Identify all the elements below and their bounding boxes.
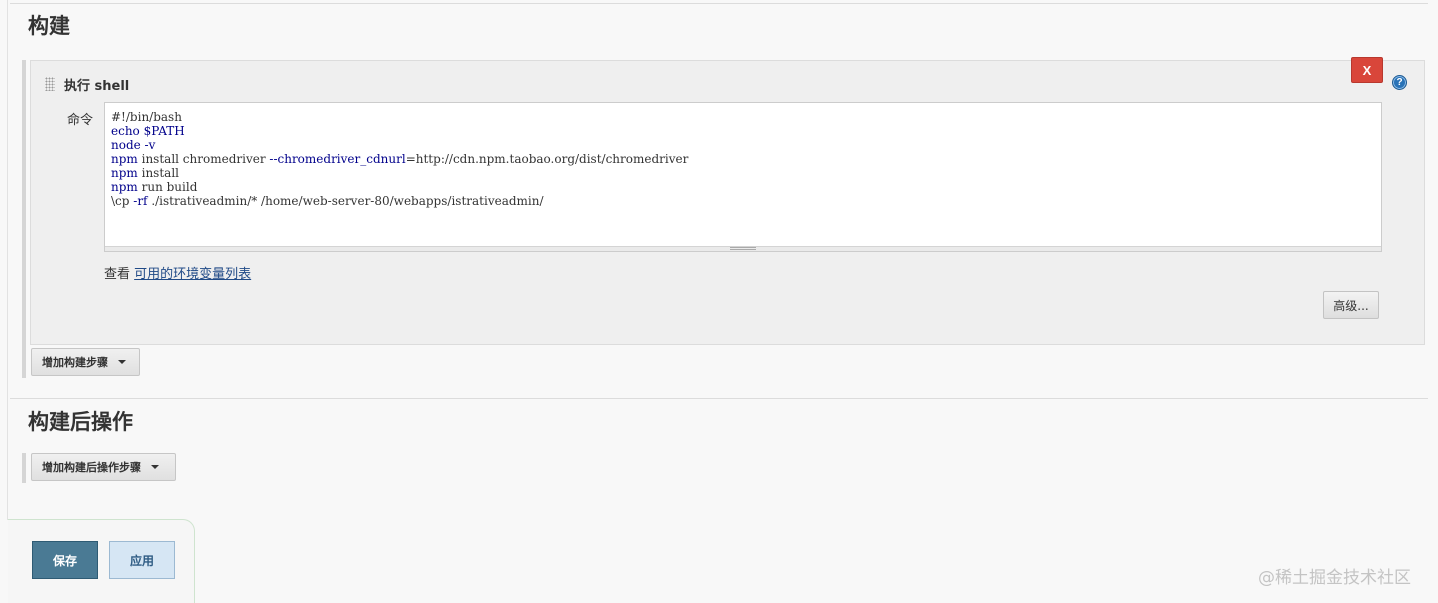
- command-textarea[interactable]: #!/bin/bash echo $PATH node -v npm install …: [104, 102, 1382, 252]
- save-button[interactable]: 保存: [32, 541, 98, 579]
- code-line: node -v: [111, 138, 156, 152]
- watermark-text: @稀土掘金技术社区: [1258, 568, 1411, 588]
- code-line: npm install: [111, 166, 179, 180]
- bottom-button-bar: 保存 应用: [8, 519, 195, 603]
- apply-button[interactable]: 应用: [109, 541, 175, 579]
- left-rule: [7, 0, 8, 520]
- advanced-button[interactable]: 高级...: [1323, 291, 1379, 319]
- delete-step-button[interactable]: X: [1351, 57, 1383, 83]
- execute-shell-step: 执行 shell X ? 命令 #!/bin/bash echo $PATH nod…: [30, 57, 1425, 345]
- help-icon[interactable]: ?: [1392, 75, 1407, 90]
- post-build-section-title: 构建后操作: [28, 410, 133, 434]
- code-line: npm run build: [111, 180, 198, 194]
- caret-down-icon: [118, 360, 126, 364]
- add-post-build-step-button[interactable]: 增加构建后操作步骤: [31, 453, 176, 481]
- command-code[interactable]: #!/bin/bash echo $PATH node -v npm install …: [111, 110, 688, 208]
- top-divider: [10, 3, 1428, 4]
- code-line: \cp -rf ./istrativeadmin/* /home/web-ser…: [111, 194, 544, 208]
- code-line: #!/bin/bash: [111, 110, 182, 124]
- step-title: 执行 shell: [64, 79, 130, 94]
- job-config-page: 构建 执行 shell X ? 命令 #!/bin/bash echo $PATH…: [0, 0, 1438, 603]
- command-label: 命令: [67, 113, 94, 128]
- code-line: echo $PATH: [111, 124, 185, 138]
- env-prefix: 查看: [104, 267, 135, 282]
- caret-down-icon: [151, 465, 159, 469]
- add-build-step-button[interactable]: 增加构建步骤: [31, 348, 140, 376]
- build-section-bar: [22, 60, 26, 378]
- post-build-section-bar: [22, 453, 26, 483]
- add-post-build-step-label: 增加构建后操作步骤: [42, 461, 141, 474]
- textarea-resize-bar[interactable]: [105, 246, 1381, 251]
- add-build-step-label: 增加构建步骤: [42, 356, 108, 369]
- drag-handle-icon[interactable]: [45, 77, 55, 91]
- section-divider: [10, 398, 1428, 399]
- build-section-title: 构建: [28, 14, 70, 38]
- resize-grip-icon[interactable]: [730, 247, 756, 250]
- code-line: npm install chromedriver --chromedriver_…: [111, 152, 689, 166]
- env-vars-link[interactable]: 可用的环境变量列表: [134, 267, 251, 282]
- env-vars-line: 查看 可用的环境变量列表: [104, 263, 251, 282]
